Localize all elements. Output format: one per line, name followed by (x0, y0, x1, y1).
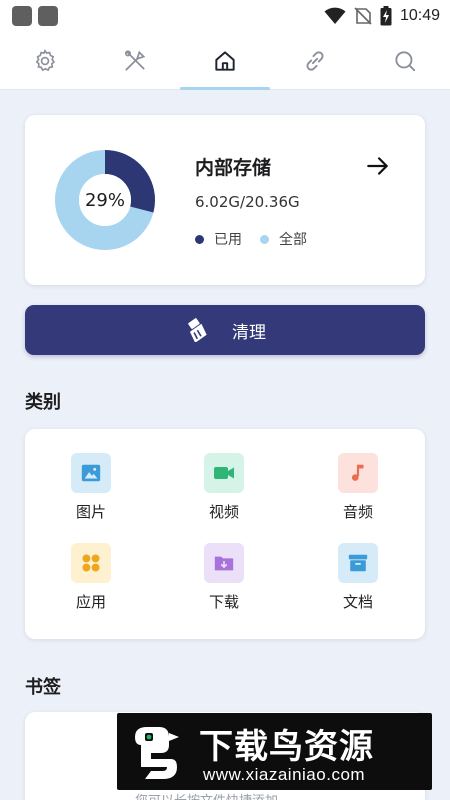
category-label: 下载 (208, 593, 239, 611)
legend-total-dot (260, 234, 269, 244)
watermark-banner: 下载鸟资源 www.xiazainiao.com (117, 713, 432, 790)
status-time: 10:49 (399, 7, 440, 24)
category-downloads[interactable]: 下载 (174, 543, 274, 618)
category-label: 文档 (342, 593, 373, 611)
category-label: 音频 (342, 503, 373, 521)
watermark-title: 下载鸟资源 (199, 727, 374, 767)
bookmarks-title: 书签 (25, 677, 61, 698)
category-label: 图片 (75, 503, 106, 521)
video-icon (204, 453, 244, 493)
system-icons: 10:49 (324, 6, 440, 26)
home-icon (215, 50, 235, 71)
image-icon (71, 453, 111, 493)
status-bar: 10:49 (0, 0, 450, 32)
legend-used-label: 已用 (214, 232, 242, 248)
tab-tools[interactable] (90, 32, 180, 90)
category-images[interactable]: 图片 (41, 453, 141, 528)
arrow-right-icon[interactable] (365, 153, 391, 179)
storage-size-text: 6.02G/20.36G (195, 193, 300, 211)
clean-button-label: 清理 (232, 322, 266, 343)
bookmarks-empty-hint: 您可以长按文件快捷添加 (135, 790, 278, 800)
category-label: 视频 (208, 503, 239, 521)
tab-search[interactable] (360, 32, 450, 90)
tab-home[interactable] (180, 32, 270, 90)
internal-storage-card[interactable]: 29% 内部存储 6.02G/20.36G 已用 全部 (25, 115, 425, 285)
category-documents[interactable]: 文档 (308, 543, 408, 618)
wifi-icon (324, 7, 346, 24)
download-folder-icon (204, 543, 244, 583)
document-box-icon (338, 543, 378, 583)
storage-title: 内部存储 (195, 157, 272, 179)
no-sim-icon (354, 7, 372, 25)
clean-button[interactable]: 清理 (25, 305, 425, 355)
tab-settings[interactable] (0, 32, 90, 90)
category-label: 应用 (75, 593, 106, 611)
link-icon (306, 50, 324, 71)
storage-legend: 已用 全部 (195, 229, 307, 249)
legend-total: 全部 (260, 229, 307, 249)
legend-total-label: 全部 (279, 232, 307, 248)
categories-card: 图片 视频 音频 应用 下载 文档 (25, 429, 425, 639)
category-audio[interactable]: 音频 (308, 453, 408, 528)
music-icon (338, 453, 378, 493)
battery-charging-icon (380, 6, 392, 26)
broom-icon (188, 318, 207, 342)
category-videos[interactable]: 视频 (174, 453, 274, 528)
search-icon (395, 50, 416, 71)
bird-logo-icon (135, 727, 179, 779)
watermark-url: www.xiazainiao.com (203, 765, 366, 784)
apps-icon (71, 543, 111, 583)
notification-icon (38, 6, 58, 26)
gear-icon (35, 48, 56, 71)
notification-icons (12, 6, 58, 26)
categories-title: 类别 (25, 392, 61, 413)
legend-used: 已用 (195, 229, 242, 249)
tab-bar (0, 32, 450, 90)
tab-links[interactable] (270, 32, 360, 90)
tools-icon (124, 49, 146, 71)
notification-icon (12, 6, 32, 26)
category-apps[interactable]: 应用 (41, 543, 141, 618)
legend-used-dot (195, 234, 204, 244)
storage-percent-label: 29% (84, 189, 125, 211)
